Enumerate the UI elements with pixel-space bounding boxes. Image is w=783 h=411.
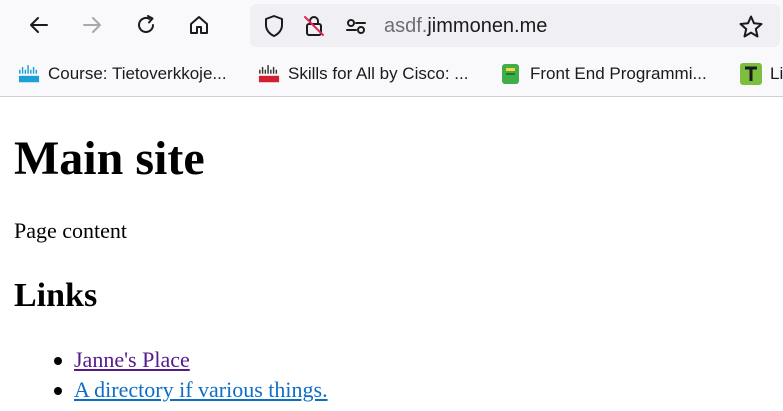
url-domain: jimmonen.me (427, 15, 548, 37)
green-book-icon (500, 63, 522, 85)
bookmark-label: Course: Tietoverkkoje... (48, 64, 227, 83)
page-content: Main site Page content Links Janne's Pla… (0, 97, 783, 411)
cisco-logo-icon (258, 63, 280, 85)
links-heading: Links (14, 277, 98, 314)
bookmarks-toolbar: Course: Tietoverkkoje... Skills for All … (0, 52, 783, 97)
bullet-icon (54, 387, 62, 395)
browser-toolbar: asdf.jimmonen.me (0, 0, 783, 52)
permissions-icon[interactable] (344, 14, 368, 38)
bullet-icon (54, 357, 62, 365)
back-arrow-icon (30, 17, 48, 33)
bookmark-star-icon[interactable] (738, 14, 764, 40)
url-subdomain: asdf. (384, 15, 428, 37)
link-directory[interactable]: A directory if various things. (74, 376, 328, 404)
address-bar[interactable]: asdf.jimmonen.me (250, 4, 780, 47)
forward-button[interactable] (75, 8, 109, 42)
bookmark-label: Front End Programmi... (530, 64, 707, 83)
bookmark-item[interactable]: Skills for All by Cisco: ... (258, 62, 468, 86)
bookmark-label: Skills for All by Cisco: ... (288, 64, 469, 83)
page-title: Main site (14, 132, 205, 185)
bookmark-item[interactable]: Course: Tietoverkkoje... (18, 62, 227, 86)
t-logo-icon (740, 63, 762, 85)
shield-icon[interactable] (262, 14, 286, 38)
bookmark-item[interactable]: Front End Programmi... (500, 62, 707, 86)
reload-icon (138, 15, 154, 33)
reload-button[interactable] (129, 8, 163, 42)
home-button[interactable] (182, 8, 216, 42)
link-jannes-place[interactable]: Janne's Place (74, 346, 190, 374)
url-text[interactable]: asdf.jimmonen.me (384, 15, 547, 37)
body-text: Page content (14, 218, 128, 243)
bookmark-label: Li (770, 64, 783, 83)
insecure-lock-icon[interactable] (302, 14, 326, 38)
back-button[interactable] (22, 8, 56, 42)
bookmark-item[interactable]: Li (740, 62, 783, 86)
cisco-logo-icon (18, 63, 40, 85)
forward-arrow-icon (83, 17, 101, 33)
home-icon (190, 16, 208, 34)
